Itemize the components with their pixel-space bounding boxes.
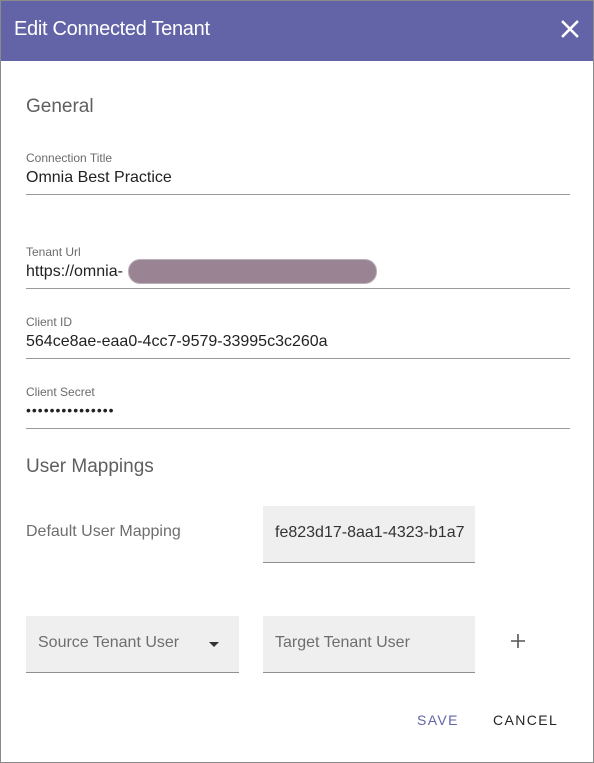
dialog-header: Edit Connected Tenant bbox=[1, 1, 593, 61]
dialog-title: Edit Connected Tenant bbox=[14, 18, 210, 40]
close-button[interactable] bbox=[557, 16, 583, 42]
client-id-input[interactable]: 564ce8ae-eaa0-4cc7-9579-33995c3c260a bbox=[26, 333, 328, 351]
caret-down-icon bbox=[209, 642, 219, 647]
general-heading: General bbox=[26, 96, 94, 117]
edit-connected-tenant-dialog: Edit Connected Tenant General Connection… bbox=[0, 0, 594, 763]
client-secret-input[interactable]: ••••••••••••••• bbox=[26, 402, 115, 418]
default-user-mapping-label: Default User Mapping bbox=[26, 523, 181, 540]
tenant-url-label: Tenant Url bbox=[26, 245, 81, 259]
client-id-underline bbox=[26, 358, 570, 359]
client-secret-label: Client Secret bbox=[26, 385, 95, 399]
source-tenant-user-select[interactable]: Source Tenant User bbox=[26, 616, 239, 673]
save-button[interactable]: SAVE bbox=[417, 712, 459, 728]
default-user-mapping-input[interactable]: fe823d17-8aa1-4323-b1a7 bbox=[263, 506, 475, 563]
default-user-mapping-value: fe823d17-8aa1-4323-b1a7 bbox=[275, 524, 465, 541]
tenant-url-underline bbox=[26, 288, 570, 289]
plus-icon bbox=[511, 634, 525, 648]
connection-title-label: Connection Title bbox=[26, 151, 113, 165]
target-tenant-user-placeholder: Target Tenant User bbox=[275, 634, 410, 651]
user-mappings-heading: User Mappings bbox=[26, 456, 154, 477]
client-secret-underline bbox=[26, 428, 570, 429]
tenant-url-field[interactable]: Tenant Url https://omnia- bbox=[26, 245, 570, 291]
redacted-url-blur bbox=[128, 259, 377, 284]
client-id-field[interactable]: Client ID 564ce8ae-eaa0-4cc7-9579-33995c… bbox=[26, 315, 570, 361]
connection-title-field[interactable]: Connection Title Omnia Best Practice bbox=[26, 151, 570, 197]
connection-title-input[interactable]: Omnia Best Practice bbox=[26, 169, 172, 187]
close-icon bbox=[561, 20, 579, 38]
add-mapping-button[interactable] bbox=[506, 629, 530, 653]
tenant-url-input[interactable]: https://omnia- bbox=[26, 263, 123, 281]
connection-title-underline bbox=[26, 194, 570, 195]
cancel-button[interactable]: CANCEL bbox=[493, 712, 558, 728]
source-tenant-user-placeholder: Source Tenant User bbox=[38, 634, 180, 651]
target-tenant-user-input[interactable]: Target Tenant User bbox=[263, 616, 475, 673]
client-id-label: Client ID bbox=[26, 315, 73, 329]
client-secret-field[interactable]: Client Secret ••••••••••••••• bbox=[26, 385, 570, 431]
